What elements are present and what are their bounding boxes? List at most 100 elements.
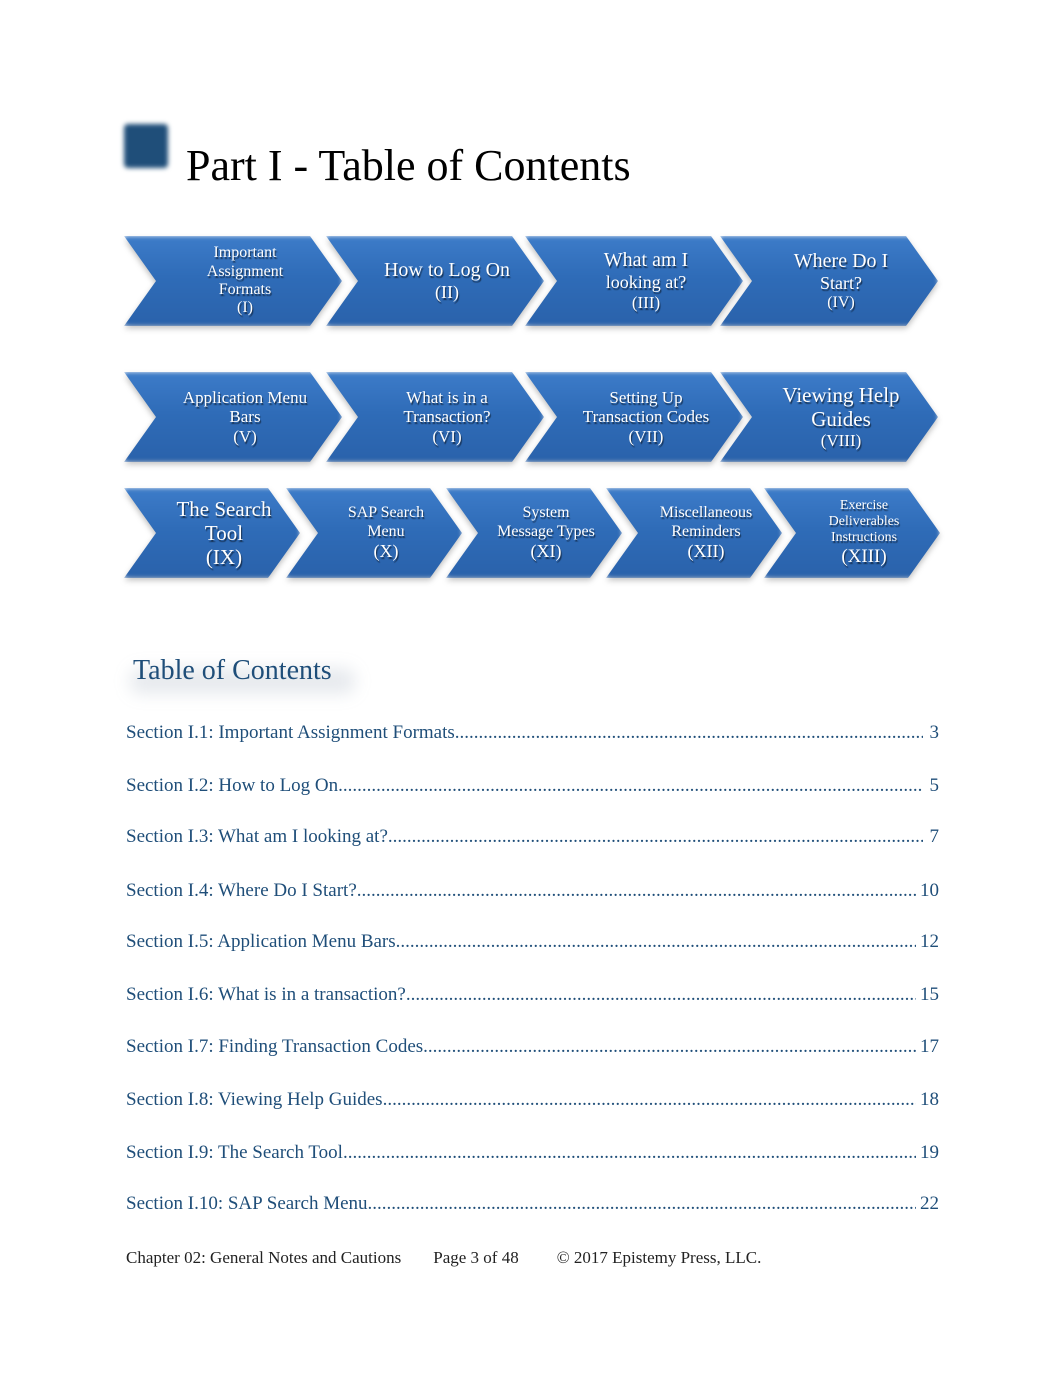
chapter-chevron[interactable]: Viewing Help Guides (VIII) [720,372,938,462]
chevron-label: What am Ilooking at? (III) [525,236,743,326]
chapter-chevron[interactable]: What is in a Transaction? (VI) [326,372,544,462]
toc-entry-link[interactable]: Section I.8: Viewing Help Guides 18 [126,1089,939,1111]
chevron-title-line: How to Log On [383,259,511,282]
toc-entry-link[interactable]: Section I.7: Finding Transaction Codes 17 [126,1036,939,1058]
toc-heading: Table of Contents [133,655,332,686]
chevron-label: Exercise Deliverables Instructions (XIII) [764,488,940,578]
toc-entry-title: Section I.10: SAP Search Menu [126,1193,368,1214]
chapter-chevron[interactable]: The Search Tool (IX) [124,488,300,578]
chapter-chevron[interactable]: Setting Up Transaction Codes (VII) [525,372,743,462]
chevron-numeral: (VI) [432,426,462,446]
toc-dot-leader [388,826,923,848]
toc-entry-title: Section I.2: How to Log On [126,775,339,796]
chapter-chevron[interactable]: How to Log On (II) [326,236,544,326]
toc-entry-title: Section I.3: What am I looking at? [126,826,388,847]
toc-entry-title: Section I.8: Viewing Help Guides [126,1089,383,1110]
toc-entry-link[interactable]: Section I.2: How to Log On 5 [126,775,939,797]
chevron-title-line: Assignment [206,262,284,280]
toc-entry-title: Section I.6: What is in a transaction? [126,984,406,1005]
toc-entry-link[interactable]: Section I.9: The Search Tool 19 [126,1142,939,1164]
chevron-label: Important Assignment Formats (I) [124,236,342,326]
toc-entry-page: 5 [929,775,940,796]
toc-dot-leader [455,722,923,744]
toc-entry-link[interactable]: Section I.1: Important Assignment Format… [126,722,939,744]
chevron-numeral: (VIII) [820,431,862,451]
chevron-label: The Search Tool (IX) [124,488,300,578]
toc-entry-title: Section I.7: Finding Transaction Codes [126,1036,424,1057]
toc-entry-title: Section I.9: The Search Tool [126,1142,343,1163]
page-title: Part I - Table of Contents [186,141,631,190]
chevron-label: Where Do I Start? (IV) [720,236,938,326]
chapter-chevron[interactable]: SAP Search Menu (X) [286,488,462,578]
chapter-chevron[interactable]: Miscellaneous Reminders (XII) [606,488,782,578]
chevron-label: Application Menu Bars (V) [124,372,342,462]
toc-entry-page: 18 [920,1089,939,1110]
toc-entry-page: 10 [920,880,939,901]
title-bullet-square [124,124,168,168]
chevron-title-line: Guides [811,407,871,432]
chapter-chevron[interactable]: System Message Types (XI) [446,488,622,578]
chevron-title-line: Tool [204,520,244,545]
toc-dot-leader [338,775,923,797]
page-footer: Chapter 02: General Notes and Cautions P… [126,1248,761,1268]
chevron-title-line: Instructions [830,530,898,546]
toc-entry-page: 12 [920,931,939,952]
chevron-title-line: Start? [820,272,862,293]
toc-dot-leader [383,1089,916,1111]
chevron-title-line: Menu [367,522,405,540]
toc-dot-leader [406,984,916,1006]
chapter-chevron[interactable]: Application Menu Bars (V) [124,372,342,462]
chevron-title-line: Exercise [839,497,889,513]
chevron-title-line: Deliverables [828,514,900,530]
chevron-title-line: Setting Up [609,387,683,407]
chevron-label: Miscellaneous Reminders (XII) [606,488,782,578]
chevron-label: Setting Up Transaction Codes (VII) [525,372,743,462]
chevron-title-line: Reminders [671,522,741,540]
toc-entry-page: 3 [929,722,940,743]
toc-entry-link[interactable]: Section I.4: Where Do I Start? 10 [126,880,939,902]
chevron-title-line: Where Do I [793,249,889,272]
chevron-title-line: What am I [603,249,689,272]
toc-dot-leader [396,931,916,953]
toc-entry-link[interactable]: Section I.10: SAP Search Menu 22 [126,1193,939,1215]
chapter-chevron[interactable]: Exercise Deliverables Instructions (XIII) [764,488,940,578]
chevron-numeral: (V) [233,426,257,446]
toc-dot-leader [343,1142,916,1164]
chevron-numeral: (IX) [205,545,243,570]
chevron-title-line: Transaction Codes [582,407,710,427]
chapter-chevron[interactable]: Important Assignment Formats (I) [124,236,342,326]
toc-entry-title: Section I.4: Where Do I Start? [126,880,357,901]
chevron-title-line: looking at? [605,272,687,293]
chapter-chevron[interactable]: What am Ilooking at? (III) [525,236,743,326]
chevron-title-line: Miscellaneous [659,504,753,522]
toc-entry-page: 17 [920,1036,939,1057]
toc-entry-link[interactable]: Section I.3: What am I looking at? 7 [126,826,939,848]
toc-dot-leader [357,880,916,902]
chevron-label: What is in a Transaction? (VI) [326,372,544,462]
toc-entry-link[interactable]: Section I.5: Application Menu Bars 12 [126,931,939,953]
chevron-label: SAP Search Menu (X) [286,488,462,578]
chevron-numeral: (IV) [827,293,855,311]
chevron-numeral: (XIII) [841,546,887,568]
chapter-chevron[interactable]: Where Do I Start? (IV) [720,236,938,326]
toc-dot-leader [368,1193,916,1215]
chevron-numeral: (III) [631,293,661,313]
chevron-numeral: (XII) [687,541,725,562]
footer-copyright: © 2017 Epistemy Press, LLC. [556,1248,762,1267]
toc-entry-page: 15 [920,984,939,1005]
footer-chapter: Chapter 02: General Notes and Cautions [126,1248,402,1267]
chevron-title-line: The Search [176,496,272,521]
chevron-numeral: (VII) [628,426,664,446]
chevron-title-line: Application Menu [182,387,308,407]
toc-entry-link[interactable]: Section I.6: What is in a transaction? 15 [126,984,939,1006]
chevron-title-line: What is in a [406,387,488,407]
toc-entry-page: 19 [920,1142,939,1163]
chevron-title-line: Important [213,244,277,262]
chevron-title-line: System [522,504,570,522]
chevron-label: System Message Types (XI) [446,488,622,578]
chevron-label: Viewing Help Guides (VIII) [720,372,938,462]
toc-entry-title: Section I.1: Important Assignment Format… [126,722,455,743]
chevron-numeral: (II) [435,282,459,303]
chevron-numeral: (X) [373,541,399,562]
toc-entry-page: 22 [920,1193,939,1214]
